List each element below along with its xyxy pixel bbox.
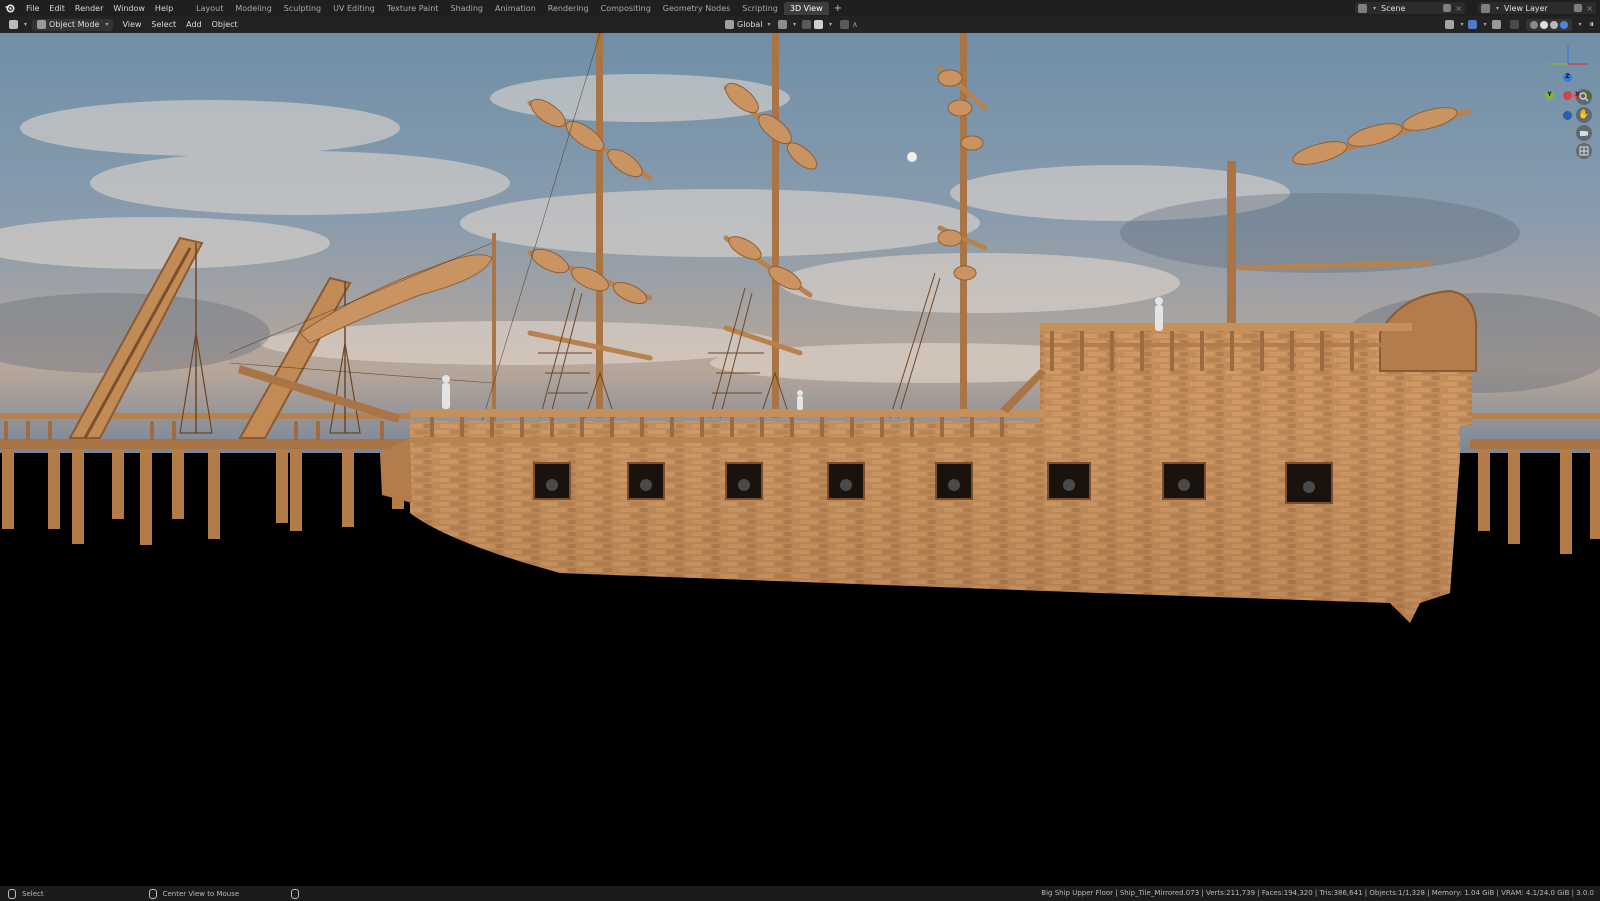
- new-scene-icon[interactable]: [1443, 4, 1451, 12]
- scene-name: Scene: [1381, 3, 1406, 13]
- menu-help[interactable]: Help: [150, 4, 178, 13]
- solid-shading-icon[interactable]: [1540, 20, 1549, 29]
- falloff-icon[interactable]: ∧: [852, 20, 858, 29]
- transform-orientation-dropdown[interactable]: Global ▾: [720, 19, 776, 31]
- proportional-edit-icon[interactable]: [840, 20, 850, 29]
- snapping-controls: ▾ ▾ ∧: [778, 20, 858, 29]
- scene-icon: [1358, 3, 1367, 13]
- workspace-tabs: Layout Modeling Sculpting UV Editing Tex…: [190, 0, 847, 16]
- rendered-scene: [0, 33, 1600, 886]
- close-icon[interactable]: ×: [1586, 4, 1593, 13]
- tab-sculpting[interactable]: Sculpting: [278, 2, 327, 15]
- snap-element-icon[interactable]: [814, 20, 824, 29]
- tab-shading[interactable]: Shading: [444, 2, 489, 15]
- editor-type-button[interactable]: ▾: [4, 19, 32, 31]
- top-menu-bar: File Edit Render Window Help Layout Mode…: [0, 0, 1600, 16]
- chevron-down-icon: ▾: [24, 21, 28, 28]
- mouse-middle-icon: [148, 888, 157, 899]
- menu-render[interactable]: Render: [70, 4, 108, 13]
- menu-view[interactable]: View: [117, 19, 146, 31]
- status-bar: Select Center View to Mouse Big Ship Upp…: [0, 886, 1600, 901]
- menu-file[interactable]: File: [21, 4, 44, 13]
- mouse-right-icon: [291, 888, 300, 899]
- menu-window[interactable]: Window: [108, 4, 150, 13]
- status-center-view-hint: Center View to Mouse: [162, 889, 240, 898]
- pan-view-button[interactable]: ✋: [1576, 107, 1592, 123]
- tab-scripting[interactable]: Scripting: [736, 2, 784, 15]
- viewport-header: ▾ Object Mode ▾ View Select Add Object G…: [0, 16, 1600, 33]
- tab-uv-editing[interactable]: UV Editing: [327, 2, 381, 15]
- axis-neg-z-ball[interactable]: [1563, 111, 1572, 120]
- camera-icon: [1580, 131, 1588, 136]
- chevron-down-icon: ▾: [829, 21, 833, 28]
- tab-compositing[interactable]: Compositing: [595, 2, 657, 15]
- tab-rendering[interactable]: Rendering: [542, 2, 595, 15]
- snap-toggle-icon[interactable]: [802, 20, 812, 29]
- mouse-left-icon: [8, 888, 16, 899]
- camera-view-button[interactable]: [1576, 125, 1592, 141]
- viewport-right-controls: ▾ ▾ ▾ ⏸: [1445, 18, 1594, 31]
- toggle-sidebar-icon[interactable]: ⏸: [1589, 20, 1594, 30]
- tab-geometry-nodes[interactable]: Geometry Nodes: [657, 2, 736, 15]
- close-icon[interactable]: ×: [1455, 4, 1462, 13]
- object-mode-icon: [37, 20, 47, 29]
- material-preview-icon[interactable]: [1550, 20, 1559, 29]
- wireframe-shading-icon[interactable]: [1530, 20, 1539, 29]
- scene-selector[interactable]: ▾ Scene ×: [1355, 2, 1465, 14]
- tab-modeling[interactable]: Modeling: [229, 2, 277, 15]
- tab-texture-paint[interactable]: Texture Paint: [381, 2, 445, 15]
- rendered-shading-icon[interactable]: [1560, 20, 1569, 29]
- tab-layout[interactable]: Layout: [190, 2, 229, 15]
- xray-toggle-icon[interactable]: [1510, 20, 1520, 29]
- status-select-hint: Select: [22, 889, 44, 898]
- tab-3d-view[interactable]: 3D View: [783, 1, 829, 15]
- gizmo-toggle-icon[interactable]: [1468, 20, 1478, 29]
- chevron-down-icon: ▾: [1460, 21, 1464, 28]
- orientation-icon: [725, 20, 734, 29]
- add-workspace-button[interactable]: +: [829, 3, 847, 14]
- menu-select[interactable]: Select: [146, 19, 181, 31]
- grid-icon: [1579, 146, 1589, 156]
- menu-edit[interactable]: Edit: [44, 4, 70, 13]
- editor-type-icon: [9, 20, 18, 29]
- pivot-point-icon[interactable]: [778, 20, 787, 29]
- mode-dropdown[interactable]: Object Mode ▾: [32, 18, 114, 31]
- view-layer-icon: [1481, 3, 1490, 13]
- axis-z-ball[interactable]: Z: [1563, 73, 1572, 82]
- visibility-icon[interactable]: [1445, 20, 1455, 29]
- zoom-view-button[interactable]: [1576, 89, 1592, 105]
- hand-icon: ✋: [1578, 110, 1590, 120]
- new-view-layer-icon[interactable]: [1574, 4, 1582, 12]
- shading-mode-buttons: [1526, 18, 1573, 31]
- view-layer-name: View Layer: [1504, 3, 1548, 13]
- axis-y-ball[interactable]: Y: [1545, 91, 1554, 100]
- mode-label: Object Mode: [49, 20, 100, 29]
- ortho-toggle-button[interactable]: [1576, 143, 1592, 159]
- blender-logo-icon[interactable]: [5, 3, 15, 13]
- chevron-down-icon: ▾: [793, 21, 797, 28]
- view-layer-selector[interactable]: ▾ View Layer ×: [1478, 2, 1596, 14]
- menu-object[interactable]: Object: [207, 19, 243, 31]
- chevron-down-icon: ▾: [1496, 4, 1500, 12]
- chevron-down-icon: ▾: [767, 21, 771, 28]
- magnifier-icon: [1579, 92, 1589, 102]
- scene-statistics: Big Ship Upper Floor | Ship_Tile_Mirrore…: [1041, 889, 1594, 897]
- chevron-down-icon: ▾: [1578, 21, 1582, 28]
- axis-neg-x-ball[interactable]: [1563, 91, 1572, 100]
- moon: [907, 152, 917, 162]
- chevron-down-icon: ▾: [105, 21, 109, 28]
- tab-animation[interactable]: Animation: [489, 2, 542, 15]
- menu-add[interactable]: Add: [181, 19, 207, 31]
- overlay-toggle-icon[interactable]: [1492, 20, 1502, 29]
- chevron-down-icon: ▾: [1373, 4, 1377, 12]
- 3d-viewport[interactable]: Z Y X ✋: [0, 33, 1600, 886]
- orientation-label: Global: [737, 20, 763, 29]
- chevron-down-icon: ▾: [1483, 21, 1487, 28]
